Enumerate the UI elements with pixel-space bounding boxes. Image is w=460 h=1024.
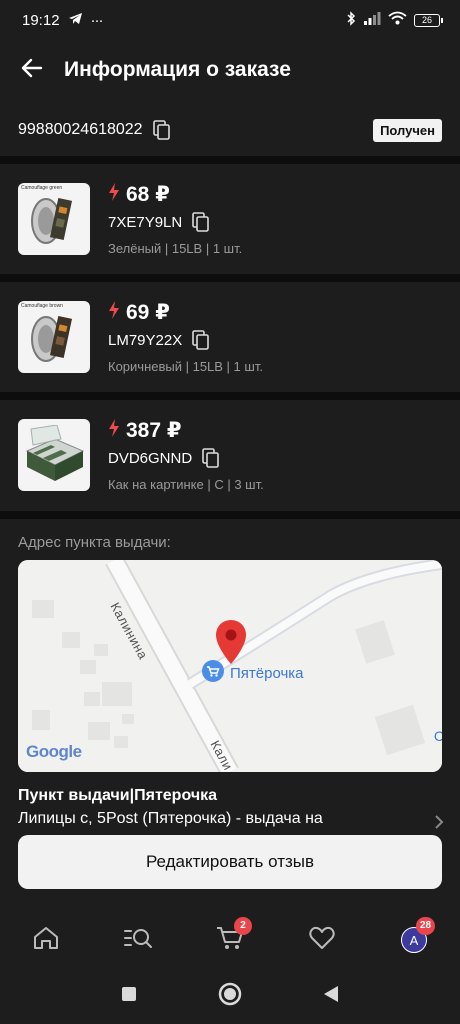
nav-cart[interactable]: 2 bbox=[200, 913, 260, 967]
divider bbox=[0, 511, 460, 519]
copy-icon[interactable] bbox=[202, 448, 220, 468]
edit-review-button[interactable]: Редактировать отзыв bbox=[18, 835, 442, 889]
order-number: 99880024618022 bbox=[18, 121, 143, 138]
product-image: Camouflage green bbox=[18, 183, 90, 255]
divider bbox=[0, 274, 460, 282]
chevron-right-icon[interactable] bbox=[434, 814, 444, 835]
bottom-navigation: 2 A 28 bbox=[0, 910, 460, 970]
product-image bbox=[18, 419, 90, 491]
pickup-address-label: Адрес пункта выдачи: bbox=[18, 534, 171, 551]
order-info-row: 99880024618022 Получен bbox=[0, 110, 460, 150]
divider bbox=[0, 392, 460, 400]
map-edge-label: С bbox=[433, 728, 442, 744]
home-icon bbox=[33, 926, 59, 955]
item-price: 68 ₽ bbox=[126, 183, 170, 206]
nav-favorites[interactable] bbox=[292, 913, 352, 967]
pickup-map[interactable]: Калинина Кали Пятёрочка С Google bbox=[18, 560, 442, 772]
item-sku: LM79Y22X bbox=[108, 331, 183, 349]
telegram-icon bbox=[68, 12, 83, 29]
bluetooth-icon bbox=[346, 10, 356, 30]
more-notifications-text: ··· bbox=[90, 11, 104, 29]
item-sku: DVD6GNND bbox=[108, 449, 193, 467]
order-item[interactable]: 387 ₽ DVD6GNND Как на картинке | C | 3 ш… bbox=[0, 400, 460, 510]
item-sku: 7XE7Y9LN bbox=[108, 213, 183, 231]
place-label: Пятёрочка bbox=[230, 665, 304, 682]
wifi-icon bbox=[388, 11, 407, 29]
page-title: Информация о заказе bbox=[64, 58, 291, 81]
recents-button[interactable] bbox=[120, 985, 138, 1008]
order-item[interactable]: Camouflage brown 69 ₽ LM79Y22X Коричневы… bbox=[0, 282, 460, 392]
pickup-point-title: Пункт выдачи|Пятерочка bbox=[18, 787, 218, 804]
copy-icon[interactable] bbox=[192, 330, 210, 350]
nav-profile[interactable]: A 28 bbox=[384, 913, 444, 967]
catalog-search-icon bbox=[123, 926, 153, 955]
item-variant: Коричневый | 15LB | 1 шт. bbox=[108, 359, 263, 374]
system-navigation-bar bbox=[0, 972, 460, 1020]
shopping-cart-icon bbox=[202, 660, 224, 687]
store-marker[interactable]: Пятёрочка bbox=[202, 660, 304, 687]
signal-icon bbox=[363, 11, 381, 29]
pickup-point-address: Липицы с, 5Post (Пятерочка) - выдача на bbox=[18, 810, 323, 827]
back-button[interactable] bbox=[0, 46, 64, 94]
copy-icon[interactable] bbox=[152, 120, 171, 140]
back-nav-button[interactable] bbox=[322, 984, 340, 1009]
lightning-icon bbox=[108, 418, 120, 443]
lightning-icon bbox=[108, 182, 120, 207]
lightning-icon bbox=[108, 300, 120, 325]
nav-home[interactable] bbox=[16, 913, 76, 967]
profile-notifications-badge: 28 bbox=[416, 917, 436, 935]
item-price: 69 ₽ bbox=[126, 301, 170, 324]
item-variant: Как на картинке | C | 3 шт. bbox=[108, 477, 264, 492]
nav-catalog-search[interactable] bbox=[108, 913, 168, 967]
arrow-left-icon bbox=[21, 58, 43, 83]
page-header: Информация о заказе bbox=[0, 46, 460, 94]
product-image-label: Camouflage green bbox=[21, 185, 63, 191]
battery-icon: 26 bbox=[414, 13, 443, 27]
cart-count-badge: 2 bbox=[234, 917, 252, 935]
home-button[interactable] bbox=[218, 982, 242, 1011]
copy-icon[interactable] bbox=[192, 212, 210, 232]
google-logo-text: Google bbox=[26, 742, 82, 761]
divider bbox=[0, 156, 460, 164]
item-price: 387 ₽ bbox=[126, 419, 182, 442]
product-image-label: Camouflage brown bbox=[21, 303, 63, 309]
google-logo: Google bbox=[26, 742, 82, 762]
order-item[interactable]: Camouflage green 68 ₽ 7XE7Y9LN Зелёный |… bbox=[0, 164, 460, 274]
heart-icon bbox=[309, 926, 335, 955]
status-time: 19:12 bbox=[22, 11, 60, 29]
order-status-badge: Получен bbox=[373, 118, 442, 142]
status-bar: 19:12 ··· 26 bbox=[0, 0, 460, 40]
item-variant: Зелёный | 15LB | 1 шт. bbox=[108, 241, 243, 256]
product-image: Camouflage brown bbox=[18, 301, 90, 373]
